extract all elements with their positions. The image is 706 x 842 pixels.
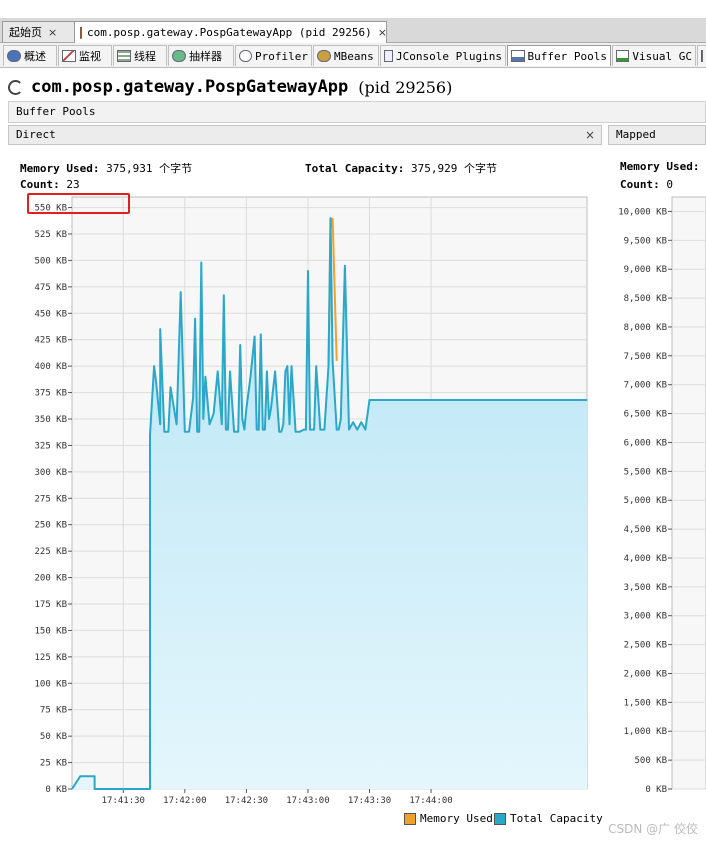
mapped-y-tick-label: 2,000 KB [624,669,667,679]
direct-y-tick-label: 450 KB [34,309,67,319]
mapped-chart: 0 KB 500 KB 1,000 KB 1,500 KB 2,000 KB 2,500 … [618,196,706,795]
mapped-plot-area [671,196,706,790]
legend-swatch-memory-used [404,812,416,825]
direct-y-tick-label: 0 KB [45,785,67,795]
mapped-y-tick-label: 2,500 KB [624,641,667,651]
legend-label: Total Capacity [510,812,603,825]
mapped-y-tick-label: 1,500 KB [624,698,667,708]
direct-y-tick-label: 175 KB [34,600,67,610]
annotation-highlight-box [27,193,130,214]
direct-y-tick-label: 425 KB [34,336,67,346]
mapped-y-tick-label: 1,000 KB [624,727,667,737]
buffer-pools-charts: 0 KB 25 KB 50 KB 75 KB 100 KB 125 KB 150 KB 175… [34,196,706,806]
mapped-y-tick-label: 9,000 KB [624,265,667,275]
mapped-y-tick-label: 9,500 KB [624,236,667,246]
direct-y-tick-label: 275 KB [34,494,67,504]
direct-y-tick-label: 475 KB [34,283,67,293]
direct-x-tick-label: 17:42:30 [225,796,268,806]
mapped-y-tick-label: 7,000 KB [624,381,667,391]
direct-y-tick-label: 500 KB [34,256,67,266]
direct-x-tick-label: 17:41:30 [102,796,145,806]
direct-y-tick-label: 50 KB [40,732,67,742]
direct-y-tick-label: 25 KB [40,759,67,769]
mapped-y-tick-label: 6,500 KB [624,410,667,420]
direct-x-tick-label: 17:42:00 [163,796,206,806]
mapped-y-tick-label: 10,000 KB [618,207,667,217]
direct-y-tick-label: 250 KB [34,521,67,531]
direct-x-tick-label: 17:43:30 [348,796,391,806]
direct-y-tick-label: 75 KB [40,706,67,716]
direct-x-tick-label: 17:44:00 [409,796,452,806]
mapped-y-tick-label: 6,000 KB [624,438,667,448]
mapped-y-tick-label: 7,500 KB [624,352,667,362]
mapped-y-tick-label: 3,000 KB [624,612,667,622]
direct-y-tick-label: 350 KB [34,415,67,425]
legend-label: Memory Used [420,812,493,825]
direct-chart: 0 KB 25 KB 50 KB 75 KB 100 KB 125 KB 150 KB 175… [34,196,588,806]
mapped-y-tick-label: 3,500 KB [624,583,667,593]
direct-y-tick-label: 375 KB [34,389,67,399]
legend-memory-used: Memory Used [404,812,493,825]
direct-y-tick-label: 400 KB [34,362,67,372]
mapped-y-tick-label: 500 KB [634,756,667,766]
direct-x-tick-label: 17:43:00 [286,796,329,806]
direct-y-tick-label: 525 KB [34,230,67,240]
direct-y-tick-label: 225 KB [34,547,67,557]
legend-total-capacity: Total Capacity [494,812,603,825]
direct-y-tick-label: 150 KB [34,626,67,636]
mapped-y-tick-label: 8,000 KB [624,323,667,333]
mapped-y-tick-label: 5,500 KB [624,467,667,477]
watermark: CSDN @广 佼佼 [608,822,698,836]
direct-y-tick-label: 125 KB [34,653,67,663]
direct-y-tick-label: 300 KB [34,468,67,478]
mapped-y-tick-label: 8,500 KB [624,294,667,304]
mapped-y-tick-label: 0 KB [645,785,667,795]
legend-swatch-total-capacity [494,812,506,825]
direct-y-tick-label: 200 KB [34,574,67,584]
mapped-y-tick-label: 5,000 KB [624,496,667,506]
mapped-y-tick-label: 4,500 KB [624,525,667,535]
direct-y-tick-label: 325 KB [34,441,67,451]
direct-y-tick-label: 100 KB [34,679,67,689]
mapped-y-tick-label: 4,000 KB [624,554,667,564]
